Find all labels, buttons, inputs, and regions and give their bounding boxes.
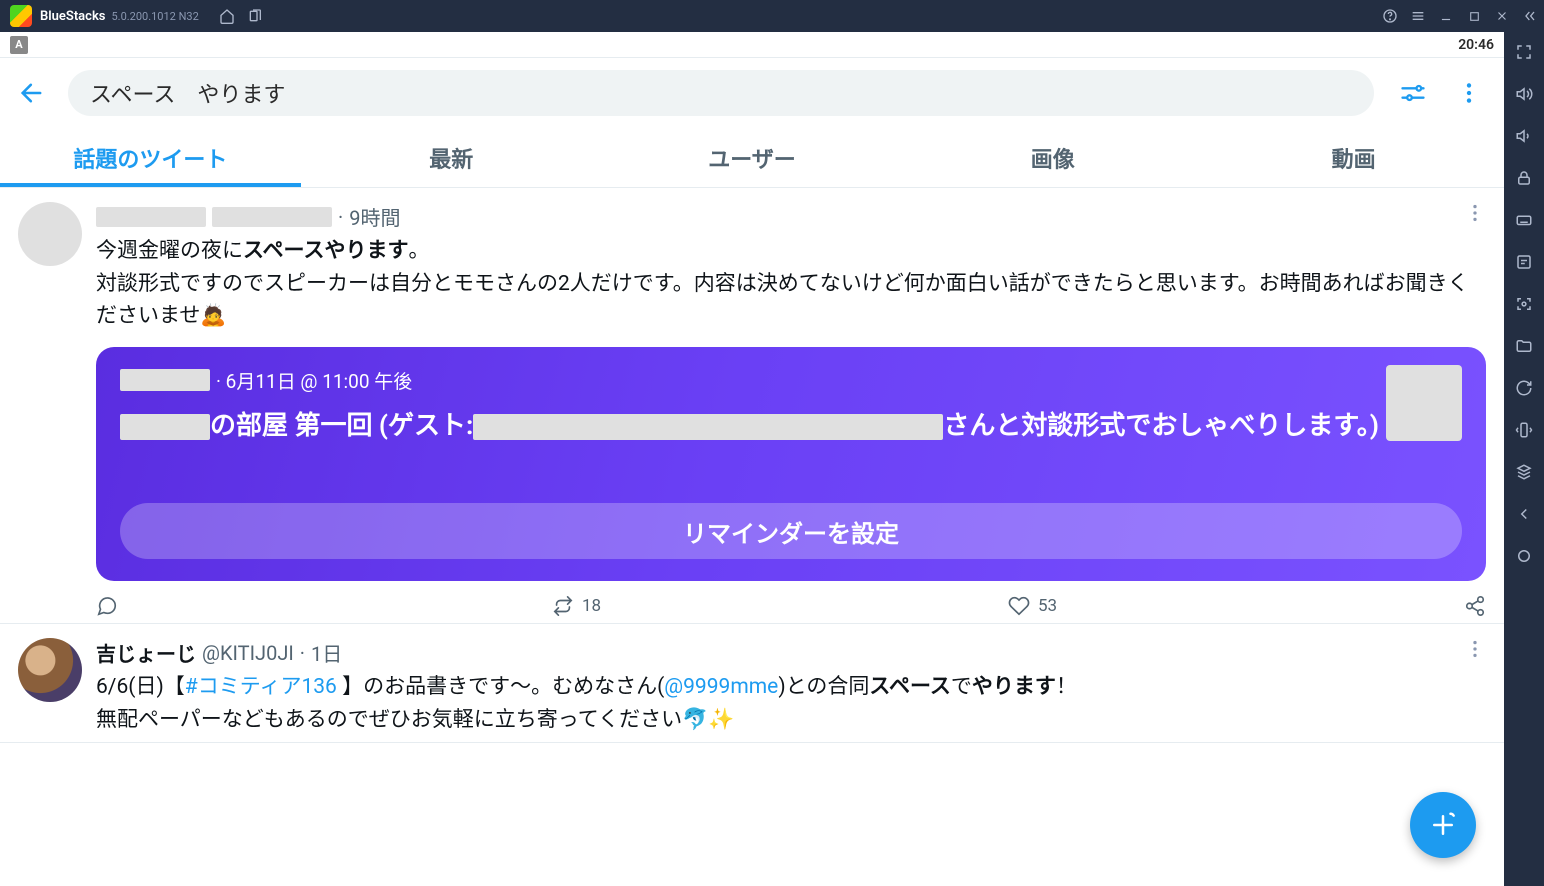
back-arrow-icon[interactable] bbox=[18, 79, 46, 107]
bluestacks-title: BlueStacks bbox=[40, 9, 106, 24]
multi-instance-icon[interactable] bbox=[1510, 458, 1538, 486]
tweet-more-icon[interactable] bbox=[1464, 638, 1486, 664]
lock-cursor-icon[interactable] bbox=[1510, 164, 1538, 192]
tab-images[interactable]: 画像 bbox=[902, 128, 1203, 187]
tweet-header: 吉じょーじ @KITIJ0JI · 1日 bbox=[96, 638, 1486, 667]
volume-down-icon[interactable] bbox=[1510, 122, 1538, 150]
tweet-more-icon[interactable] bbox=[1464, 202, 1486, 228]
status-clock: 20:46 bbox=[1458, 37, 1494, 53]
retweet-button[interactable]: 18 bbox=[552, 595, 1008, 617]
set-reminder-button[interactable]: リマインダーを設定 bbox=[120, 503, 1462, 559]
compose-tweet-button[interactable] bbox=[1410, 792, 1476, 858]
tweet-handle[interactable]: @KITIJ0JI bbox=[202, 641, 294, 665]
shake-icon[interactable] bbox=[1510, 416, 1538, 444]
tweet-feed: · 9時間 今週金曜の夜にスペースやります。 対談形式ですのでスピーカーは自分と… bbox=[0, 188, 1504, 886]
avatar[interactable] bbox=[18, 202, 82, 266]
minimize-icon[interactable] bbox=[1432, 2, 1460, 30]
more-vert-icon[interactable] bbox=[1452, 76, 1486, 110]
collapse-sidebar-icon[interactable] bbox=[1516, 2, 1544, 30]
bluestacks-version: 5.0.200.1012 N32 bbox=[112, 10, 199, 23]
reply-button[interactable] bbox=[96, 595, 552, 617]
home-icon[interactable] bbox=[213, 2, 241, 30]
tab-top[interactable]: 話題のツイート bbox=[0, 128, 301, 187]
twitter-search-header: スペース やります bbox=[0, 58, 1504, 128]
hamburger-icon[interactable] bbox=[1404, 2, 1432, 30]
search-tabs: 話題のツイート 最新 ユーザー 画像 動画 bbox=[0, 128, 1504, 188]
help-icon[interactable] bbox=[1376, 2, 1404, 30]
tweet-body: 6/6(日)【#コミティア136 】のお品書きです〜。むめなさん(@9999mm… bbox=[96, 671, 1486, 736]
tweet-actions: 18 53 bbox=[96, 595, 1486, 617]
redacted-name bbox=[96, 207, 206, 227]
space-thumbnail bbox=[1386, 365, 1462, 441]
redacted-host bbox=[120, 369, 210, 391]
avatar[interactable] bbox=[18, 638, 82, 702]
space-meta: · 6月11日 @ 11:00 午後 bbox=[120, 367, 1462, 394]
tweet[interactable]: 吉じょーじ @KITIJ0JI · 1日 6/6(日)【#コミティア136 】の… bbox=[0, 624, 1504, 743]
search-settings-icon[interactable] bbox=[1396, 76, 1430, 110]
keyboard-controls-icon[interactable] bbox=[1510, 206, 1538, 234]
tab-latest[interactable]: 最新 bbox=[301, 128, 602, 187]
tab-users[interactable]: ユーザー bbox=[602, 128, 903, 187]
tweet-time: 9時間 bbox=[349, 202, 400, 231]
media-folder-icon[interactable] bbox=[1510, 332, 1538, 360]
tweet-header: · 9時間 bbox=[96, 202, 1486, 231]
android-status-bar: A 20:46 bbox=[0, 32, 1504, 58]
tweet-username[interactable]: 吉じょーじ bbox=[96, 638, 196, 667]
volume-up-icon[interactable] bbox=[1510, 80, 1538, 108]
tweet[interactable]: · 9時間 今週金曜の夜にスペースやります。 対談形式ですのでスピーカーは自分と… bbox=[0, 188, 1504, 624]
twitter-space-card[interactable]: · 6月11日 @ 11:00 午後 の部屋 第一回 (ゲスト:さんと対談形式で… bbox=[96, 347, 1486, 582]
rotate-icon[interactable] bbox=[1510, 374, 1538, 402]
mention-link[interactable]: @9999mme bbox=[664, 675, 778, 699]
search-query-text: スペース やります bbox=[90, 77, 285, 109]
bluestacks-titlebar: BlueStacks 5.0.200.1012 N32 bbox=[0, 0, 1544, 32]
recent-apps-icon[interactable] bbox=[241, 2, 269, 30]
install-apk-icon[interactable] bbox=[1510, 248, 1538, 276]
tab-videos[interactable]: 動画 bbox=[1203, 128, 1504, 187]
android-home-icon[interactable] bbox=[1510, 542, 1538, 570]
tweet-time: 1日 bbox=[311, 638, 342, 667]
bluestacks-logo-icon bbox=[10, 5, 32, 27]
bluestacks-right-toolbar bbox=[1504, 32, 1544, 886]
maximize-icon[interactable] bbox=[1460, 2, 1488, 30]
hashtag-link[interactable]: #コミティア136 bbox=[185, 675, 337, 699]
fullscreen-icon[interactable] bbox=[1510, 38, 1538, 66]
search-input[interactable]: スペース やります bbox=[68, 70, 1374, 116]
tweet-body: 今週金曜の夜にスペースやります。 対談形式ですのでスピーカーは自分とモモさんの2… bbox=[96, 235, 1486, 333]
screenshot-icon[interactable] bbox=[1510, 290, 1538, 318]
back-icon[interactable] bbox=[1510, 500, 1538, 528]
space-title: の部屋 第一回 (ゲスト:さんと対談形式でおしゃべりします。) bbox=[120, 408, 1462, 446]
status-badge: A bbox=[10, 36, 28, 54]
share-button[interactable] bbox=[1464, 595, 1486, 617]
redacted-handle bbox=[212, 207, 332, 227]
like-button[interactable]: 53 bbox=[1008, 595, 1464, 617]
close-icon[interactable] bbox=[1488, 2, 1516, 30]
